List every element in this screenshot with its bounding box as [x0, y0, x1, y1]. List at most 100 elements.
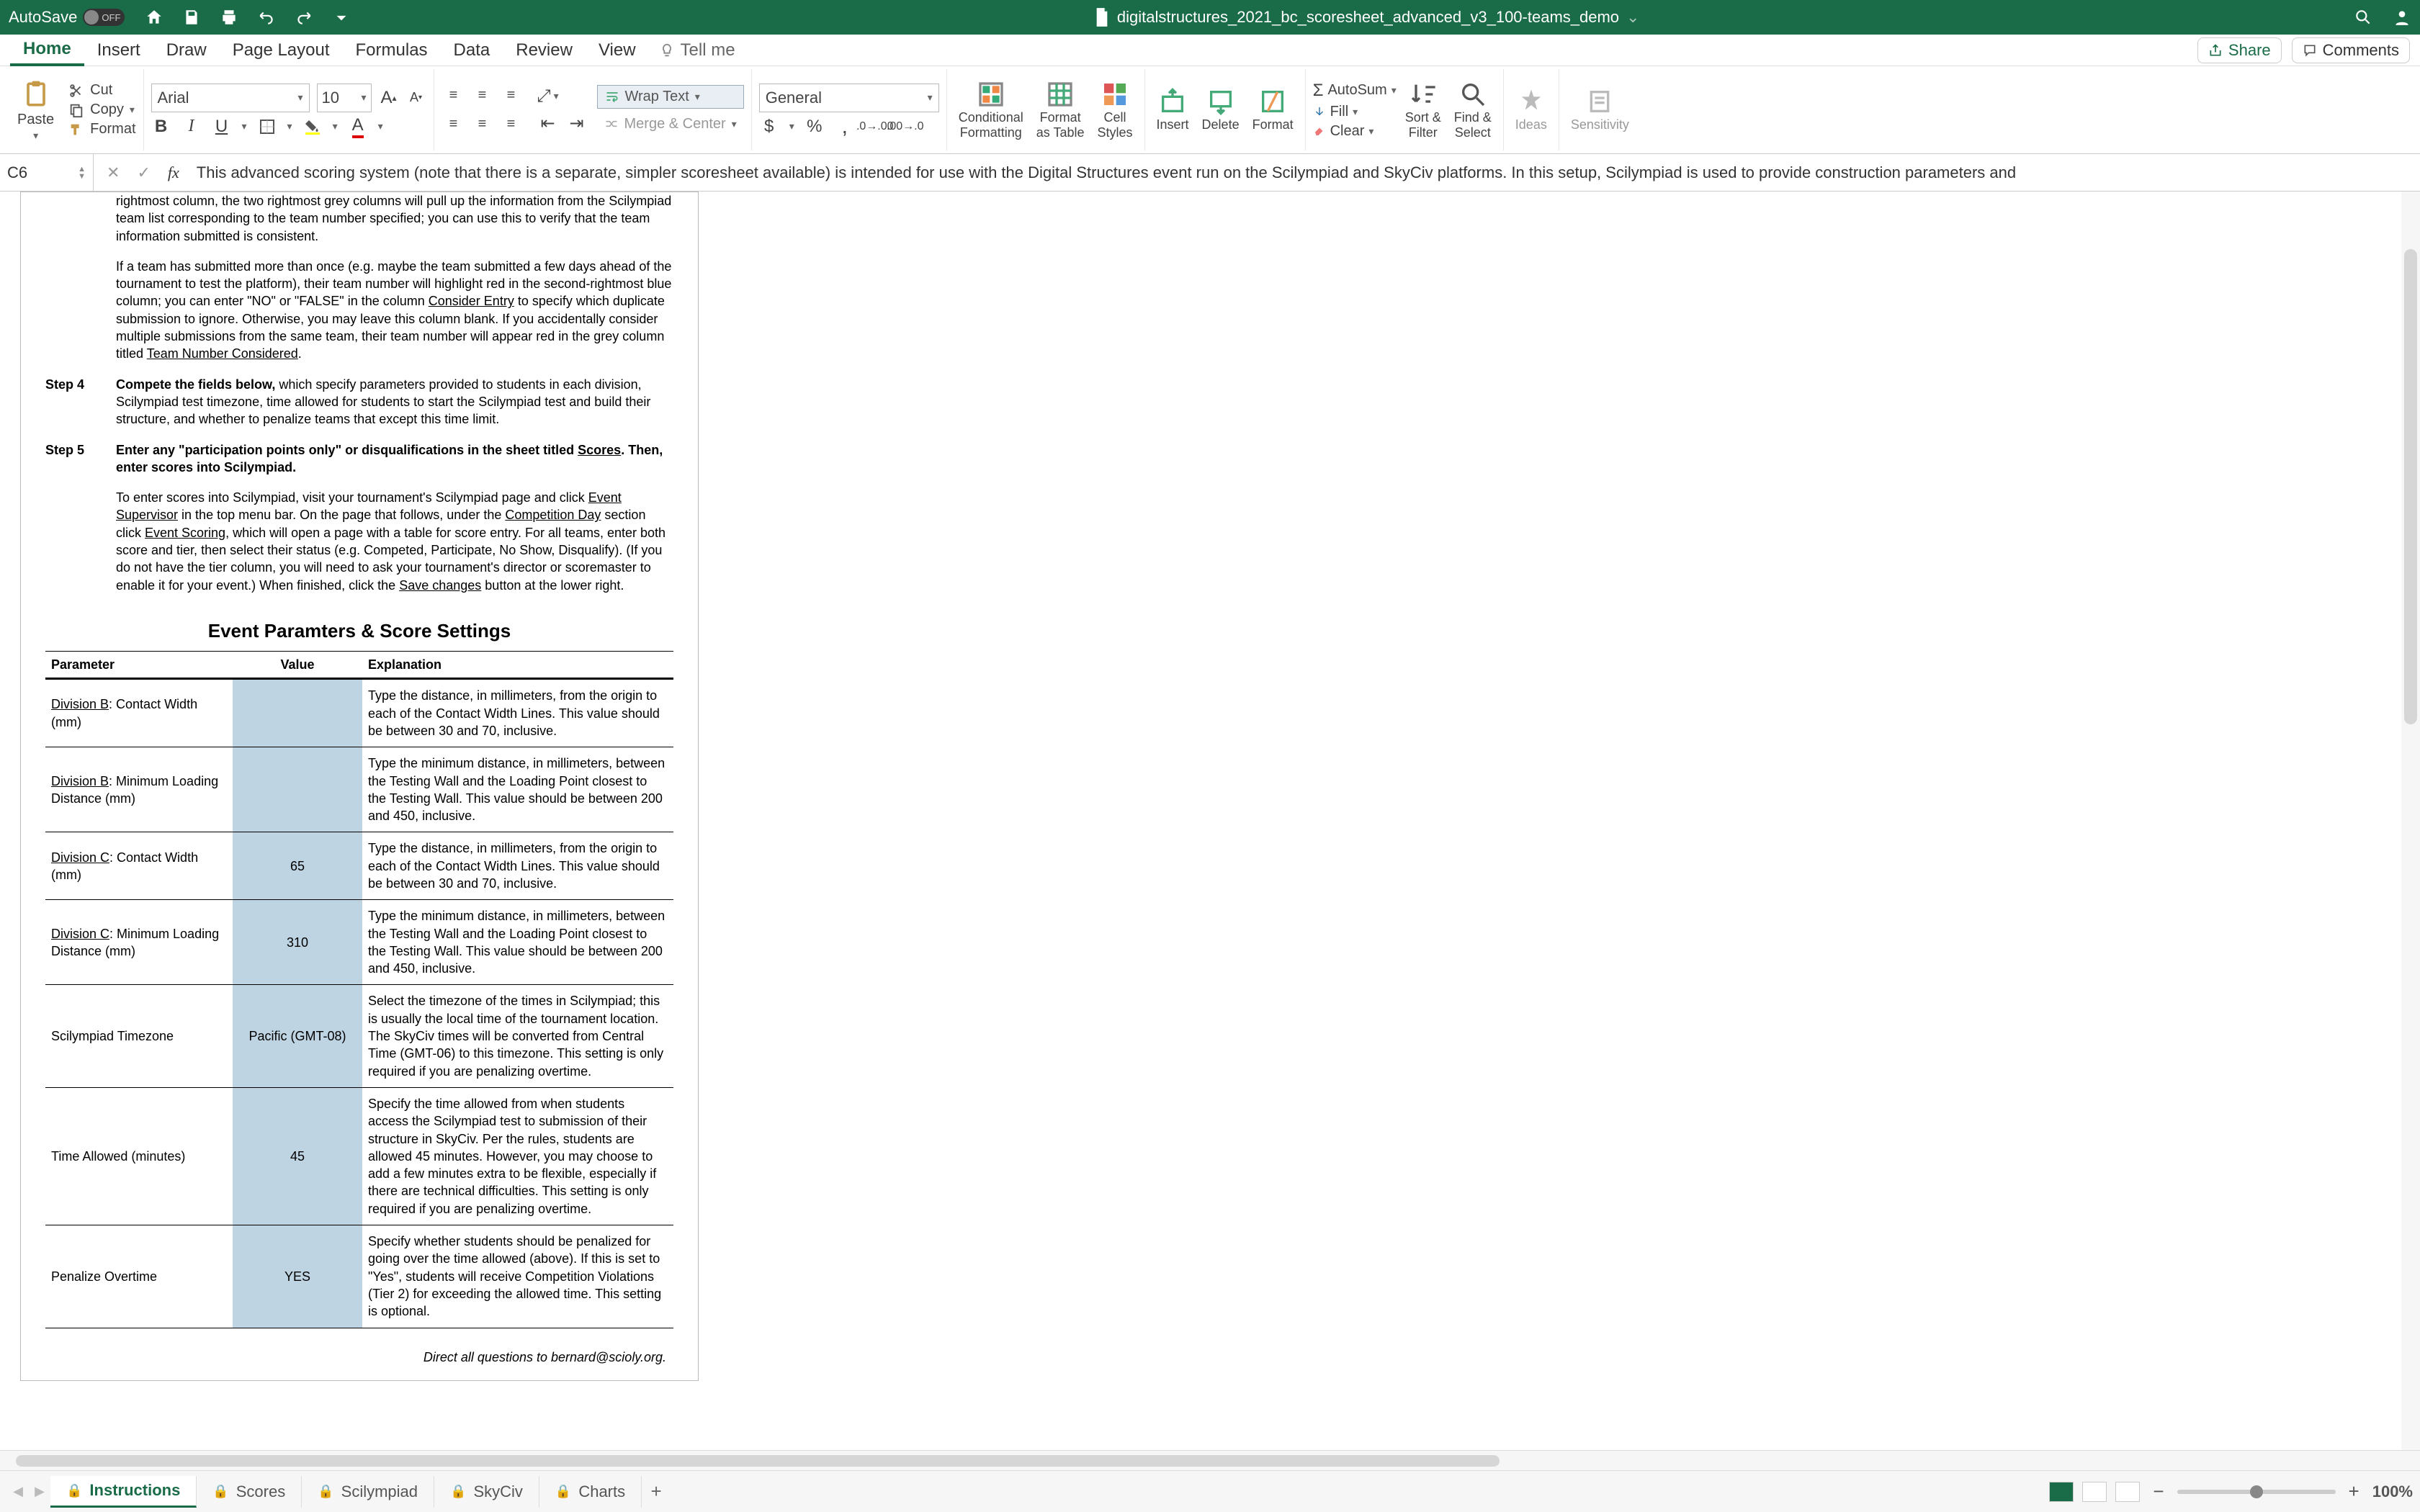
- tab-draw[interactable]: Draw: [153, 35, 220, 66]
- customize-qat-icon[interactable]: [332, 8, 351, 27]
- tab-formulas[interactable]: Formulas: [343, 35, 441, 66]
- sensitivity-button[interactable]: Sensitivity: [1567, 87, 1634, 132]
- copy-button[interactable]: Copy▾: [68, 102, 135, 118]
- format-as-table-button[interactable]: Format as Table: [1032, 80, 1089, 140]
- cell-styles-button[interactable]: Cell Styles: [1093, 80, 1137, 140]
- tab-data[interactable]: Data: [441, 35, 503, 66]
- increase-font-icon[interactable]: A▴: [379, 88, 399, 108]
- value-cell[interactable]: [233, 679, 362, 747]
- number-format-select[interactable]: General▾: [759, 84, 939, 112]
- comments-button[interactable]: Comments: [2292, 37, 2410, 63]
- increase-decimal-icon[interactable]: .0→.00: [865, 117, 885, 137]
- value-cell[interactable]: 310: [233, 900, 362, 985]
- share-button[interactable]: Share: [2197, 37, 2282, 63]
- value-cell[interactable]: [233, 747, 362, 832]
- bold-button[interactable]: B: [151, 117, 171, 137]
- redo-icon[interactable]: [295, 8, 313, 27]
- sort-filter-button[interactable]: Sort & Filter: [1401, 80, 1446, 140]
- decrease-font-icon[interactable]: A▾: [406, 88, 426, 108]
- percent-format-icon[interactable]: %: [805, 117, 825, 137]
- cancel-formula-icon[interactable]: ✕: [107, 163, 120, 182]
- normal-view-button[interactable]: [2049, 1482, 2074, 1502]
- borders-button[interactable]: [257, 117, 277, 137]
- italic-button[interactable]: I: [182, 117, 202, 137]
- font-color-button[interactable]: A: [348, 117, 368, 137]
- zoom-level[interactable]: 100%: [2372, 1482, 2413, 1501]
- wrap-text-button[interactable]: Wrap Text▾: [597, 85, 744, 109]
- sheet-tab-skyciv[interactable]: 🔒SkyCiv: [434, 1476, 539, 1508]
- chevron-down-icon[interactable]: ⌄: [1626, 8, 1639, 27]
- zoom-slider[interactable]: [2177, 1490, 2336, 1494]
- vertical-scrollbar[interactable]: [2401, 192, 2420, 1470]
- value-cell[interactable]: 45: [233, 1087, 362, 1225]
- tab-review[interactable]: Review: [503, 35, 586, 66]
- delete-cells-button[interactable]: Delete: [1198, 87, 1244, 132]
- comma-format-icon[interactable]: ,: [835, 117, 855, 137]
- format-painter-button[interactable]: Format: [68, 121, 135, 138]
- chevron-down-icon[interactable]: ▾: [33, 130, 38, 142]
- cut-button[interactable]: Cut: [68, 82, 135, 99]
- autosave-switch[interactable]: OFF: [83, 9, 125, 26]
- decrease-decimal-icon[interactable]: .00→.0: [895, 117, 915, 137]
- account-icon[interactable]: [2393, 8, 2411, 27]
- sheet-tab-scores[interactable]: 🔒Scores: [197, 1476, 302, 1508]
- underline-button[interactable]: U: [212, 117, 232, 137]
- page-break-view-button[interactable]: [2115, 1482, 2140, 1502]
- value-cell[interactable]: 65: [233, 832, 362, 900]
- paste-button[interactable]: Paste ▾: [13, 78, 58, 142]
- align-middle-icon[interactable]: ≡: [470, 84, 495, 108]
- merge-center-button[interactable]: Merge & Center▾: [597, 113, 744, 135]
- sheet-tab-scilympiad[interactable]: 🔒Scilympiad: [302, 1476, 434, 1508]
- align-top-icon[interactable]: ≡: [442, 84, 466, 108]
- align-right-icon[interactable]: ≡: [499, 112, 524, 137]
- home-icon[interactable]: [145, 8, 163, 27]
- sheet-tab-instructions[interactable]: 🔒Instructions: [50, 1476, 197, 1508]
- value-cell[interactable]: Pacific (GMT-08): [233, 985, 362, 1087]
- zoom-slider-knob[interactable]: [2250, 1485, 2263, 1498]
- name-box-stepper[interactable]: ▲▼: [78, 166, 86, 180]
- print-icon[interactable]: [220, 8, 238, 27]
- confirm-formula-icon[interactable]: ✓: [137, 163, 150, 182]
- align-left-icon[interactable]: ≡: [442, 112, 466, 137]
- search-icon[interactable]: [2354, 8, 2372, 27]
- zoom-in-button[interactable]: +: [2349, 1480, 2360, 1503]
- value-cell[interactable]: YES: [233, 1225, 362, 1328]
- fx-icon[interactable]: fx: [168, 163, 179, 182]
- format-cells-button[interactable]: Format: [1248, 87, 1298, 132]
- clear-button[interactable]: Clear▾: [1313, 123, 1397, 140]
- decrease-indent-icon[interactable]: ⇤: [538, 114, 558, 134]
- undo-icon[interactable]: [257, 8, 276, 27]
- find-select-button[interactable]: Find & Select: [1450, 80, 1496, 140]
- accounting-format-icon[interactable]: $: [759, 117, 779, 137]
- sheet-tab-charts[interactable]: 🔒Charts: [539, 1476, 642, 1508]
- tab-nav-next[interactable]: ▶: [29, 1484, 50, 1499]
- align-bottom-icon[interactable]: ≡: [499, 84, 524, 108]
- insert-cells-button[interactable]: Insert: [1152, 87, 1193, 132]
- tab-home[interactable]: Home: [10, 35, 84, 66]
- font-name-select[interactable]: Arial▾: [151, 84, 310, 112]
- increase-indent-icon[interactable]: ⇥: [567, 114, 587, 134]
- add-sheet-button[interactable]: +: [642, 1480, 671, 1503]
- name-box[interactable]: C6 ▲▼: [0, 154, 94, 191]
- horizontal-scrollbar[interactable]: [0, 1450, 2420, 1470]
- orientation-button[interactable]: ⤢▾: [538, 86, 558, 107]
- ideas-button[interactable]: Ideas: [1511, 87, 1551, 132]
- fill-button[interactable]: Fill▾: [1313, 104, 1397, 120]
- tab-nav-prev[interactable]: ◀: [7, 1484, 29, 1499]
- align-center-icon[interactable]: ≡: [470, 112, 495, 137]
- save-icon[interactable]: [182, 8, 201, 27]
- page-layout-view-button[interactable]: [2082, 1482, 2107, 1502]
- font-size-select[interactable]: 10▾: [317, 84, 372, 112]
- worksheet-area[interactable]: rightmost column, the two rightmost grey…: [0, 192, 2420, 1470]
- zoom-out-button[interactable]: −: [2153, 1480, 2164, 1503]
- tell-me-search[interactable]: Tell me: [659, 40, 735, 60]
- formula-input[interactable]: This advanced scoring system (note that …: [192, 163, 2420, 182]
- tab-page-layout[interactable]: Page Layout: [220, 35, 343, 66]
- autosave-toggle[interactable]: AutoSave OFF: [9, 8, 125, 27]
- tab-view[interactable]: View: [586, 35, 649, 66]
- scrollbar-thumb[interactable]: [2404, 249, 2417, 724]
- autosum-button[interactable]: ΣAutoSum▾: [1313, 81, 1397, 101]
- fill-color-button[interactable]: [302, 117, 323, 137]
- scrollbar-thumb[interactable]: [16, 1455, 1500, 1467]
- conditional-formatting-button[interactable]: Conditional Formatting: [954, 80, 1028, 140]
